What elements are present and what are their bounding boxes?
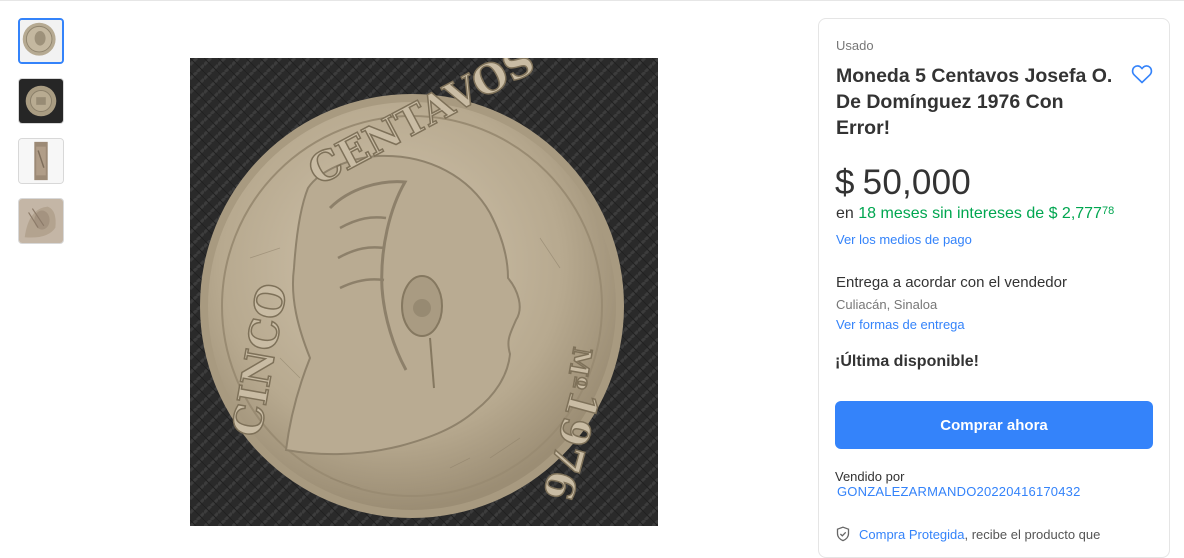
- price-amount: 50,000: [862, 163, 971, 202]
- buy-box: Usado Moneda 5 Centavos Josefa O. De Dom…: [818, 18, 1170, 558]
- shield-check-icon: [836, 526, 850, 542]
- price: $50,000: [835, 163, 971, 203]
- shipping-methods-link[interactable]: Ver formas de entrega: [836, 317, 965, 332]
- main-product-image[interactable]: CENTAVOS CINCO 1976 Mº: [190, 58, 658, 526]
- currency-symbol: $: [835, 163, 855, 202]
- protected-purchase-link[interactable]: Compra Protegida: [859, 527, 965, 542]
- seller-location: Culiacán, Sinaloa: [836, 297, 938, 312]
- thumbnail-1[interactable]: [18, 18, 64, 64]
- stock-status: ¡Última disponible!: [835, 353, 979, 370]
- heart-outline-icon[interactable]: [1130, 62, 1154, 86]
- installment-text: 18 meses sin intereses de $ 2,77778: [858, 205, 1114, 222]
- installments: en 18 meses sin intereses de $ 2,77778: [836, 205, 1114, 223]
- payment-methods-link[interactable]: Ver los medios de pago: [836, 232, 972, 247]
- protected-purchase: Compra Protegida, recibe el producto que: [835, 526, 1100, 542]
- thumbnail-2[interactable]: [18, 78, 64, 124]
- coin-image: CENTAVOS CINCO 1976 Mº: [190, 58, 658, 526]
- installment-amount: 18 meses sin intereses de $ 2,777: [858, 205, 1102, 222]
- product-title: Moneda 5 Centavos Josefa O. De Domínguez…: [836, 65, 1113, 139]
- sold-by-label: Vendido por: [835, 469, 905, 484]
- thumbnail-gallery: [18, 18, 68, 258]
- thumbnail-4[interactable]: [18, 198, 64, 244]
- thumbnail-3[interactable]: [18, 138, 64, 184]
- protected-purchase-text: , recibe el producto que: [964, 527, 1101, 542]
- installment-cents: 78: [1101, 205, 1115, 217]
- seller-name-link[interactable]: GONZALEZARMANDO20220416170432: [837, 484, 1081, 499]
- top-divider: [0, 0, 1184, 1]
- delivery-text: Entrega a acordar con el vendedor: [836, 274, 1067, 291]
- condition-label: Usado: [836, 38, 874, 53]
- buy-now-button[interactable]: Comprar ahora: [835, 401, 1153, 449]
- installment-prefix: en: [836, 205, 854, 222]
